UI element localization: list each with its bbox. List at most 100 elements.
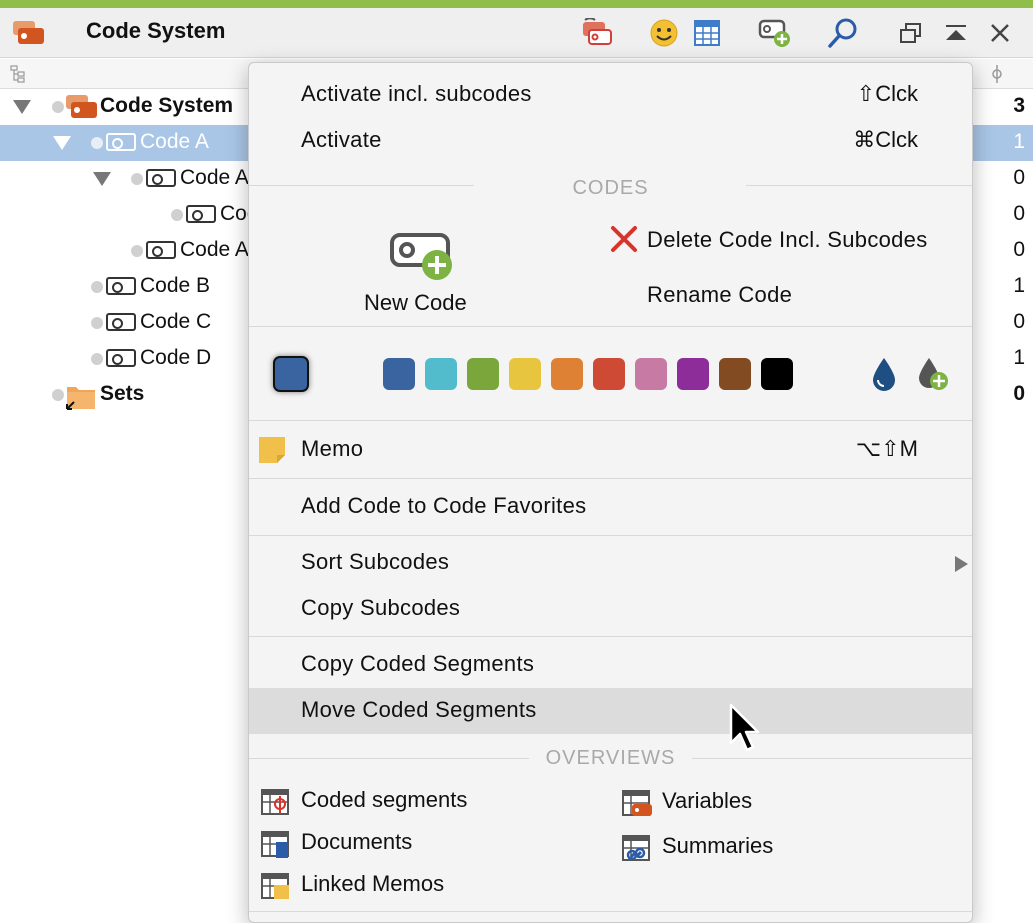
color-swatch-brown[interactable]: [719, 358, 751, 390]
new-code-button[interactable]: New Code: [349, 223, 499, 319]
close-icon[interactable]: [983, 16, 1017, 50]
hierarchy-icon[interactable]: [10, 65, 26, 88]
mouse-pointer-icon: [728, 703, 764, 760]
section-title-codes: CODES: [572, 177, 649, 199]
menu-item-sort-subcodes[interactable]: Sort Subcodes: [249, 540, 972, 586]
tree-label: Code B: [140, 274, 211, 297]
color-drop-icon[interactable]: [870, 356, 898, 397]
menu-item-rename-code[interactable]: Rename Code: [605, 273, 965, 319]
menu-item-label: Move Coded Segments: [301, 697, 537, 722]
tree-count: 1: [1013, 346, 1025, 369]
linked-memos-table-icon: [261, 871, 291, 907]
color-swatch-green[interactable]: [467, 358, 499, 390]
menu-item-label: Sort Subcodes: [301, 549, 450, 574]
code-tag-icon: [106, 349, 136, 367]
frequency-icon[interactable]: [990, 64, 1004, 89]
divider: [249, 911, 972, 912]
search-icon[interactable]: [826, 16, 860, 50]
overview-coded-segments[interactable]: Coded segments: [261, 787, 541, 819]
code-system-icon: [12, 20, 46, 51]
menu-item-copy-subcodes[interactable]: Copy Subcodes: [249, 586, 972, 632]
overview-label: Variables: [662, 788, 753, 813]
code-matrix-icon[interactable]: [690, 16, 724, 50]
color-swatch-red[interactable]: [593, 358, 625, 390]
tree-label: Code C: [140, 310, 212, 333]
context-menu: Activate incl. subcodes ⇧Clck Activate ⌘…: [248, 62, 973, 923]
new-code-icon[interactable]: [758, 16, 792, 50]
menu-item-activate[interactable]: Activate ⌘Clck: [249, 118, 972, 164]
color-swatch-blue[interactable]: [383, 358, 415, 390]
expand-triangle-icon[interactable]: [53, 136, 71, 150]
menu-item-label: Activate: [301, 127, 382, 152]
menu-item-activate-incl-subcodes[interactable]: Activate incl. subcodes ⇧Clck: [249, 72, 972, 118]
tree-count: 0: [1013, 310, 1025, 333]
tree-count: 3: [1013, 94, 1025, 117]
custom-color-add-icon[interactable]: [917, 356, 951, 397]
tree-count: 1: [1013, 274, 1025, 297]
divider: [249, 478, 972, 479]
code-tag-icon: [106, 313, 136, 331]
menu-item-add-to-favorites[interactable]: Add Code to Code Favorites: [249, 484, 972, 530]
tree-label: Code System: [100, 94, 234, 117]
color-swatch-purple[interactable]: [677, 358, 709, 390]
divider: [249, 636, 972, 637]
sets-folder-icon: [64, 383, 98, 417]
status-dot-icon: [52, 389, 64, 401]
new-code-icon: [389, 227, 457, 286]
overview-label: Documents: [301, 829, 413, 854]
status-dot-icon: [131, 245, 143, 257]
menu-item-copy-coded-segments[interactable]: Copy Coded Segments: [249, 642, 972, 688]
menu-item-label: Memo: [301, 436, 364, 461]
tree-count: 1: [1013, 130, 1025, 153]
color-swatch-pink[interactable]: [635, 358, 667, 390]
menu-item-memo[interactable]: Memo ⌥⇧M: [249, 427, 972, 473]
code-tag-icon: [106, 277, 136, 295]
menu-item-shortcut: ⌘Clck: [853, 127, 918, 152]
tree-label: Sets: [100, 382, 145, 405]
divider: [746, 185, 972, 186]
current-color-swatch[interactable]: [273, 356, 309, 392]
submenu-arrow-icon: [955, 556, 968, 572]
divider: [249, 420, 972, 421]
tree-count: 0: [1013, 202, 1025, 225]
overview-documents[interactable]: Documents: [261, 829, 541, 861]
menu-item-label: Delete Code Incl. Subcodes: [647, 227, 928, 252]
undock-icon[interactable]: [894, 16, 928, 50]
window-accent-bar: [0, 0, 1033, 8]
status-dot-icon: [91, 353, 103, 365]
menu-item-shortcut: ⇧Clck: [856, 81, 918, 106]
menu-item-move-coded-segments[interactable]: Move Coded Segments: [249, 688, 972, 734]
status-dot-icon: [91, 137, 103, 149]
status-dot-icon: [52, 101, 64, 113]
collapse-icon[interactable]: [939, 16, 973, 50]
memo-icon: [257, 435, 287, 471]
menu-item-label: Add Code to Code Favorites: [301, 493, 587, 518]
code-tag-icon: [146, 241, 176, 259]
expand-triangle-icon[interactable]: [13, 100, 31, 114]
expand-triangle-icon[interactable]: [93, 172, 111, 186]
tree-label: Code A: [140, 130, 209, 153]
status-dot-icon: [171, 209, 183, 221]
overview-label: Linked Memos: [301, 871, 445, 896]
color-swatch-orange[interactable]: [551, 358, 583, 390]
menu-item-shortcut: ⌥⇧M: [855, 436, 918, 461]
color-swatch-cyan[interactable]: [425, 358, 457, 390]
overview-variables[interactable]: Variables: [622, 788, 922, 820]
overview-label: Summaries: [662, 833, 774, 858]
summaries-table-icon: [622, 833, 654, 869]
color-swatch-black[interactable]: [761, 358, 793, 390]
tree-label: Code D: [140, 346, 212, 369]
documents-table-icon: [261, 829, 291, 865]
activate-codes-icon[interactable]: [580, 16, 614, 50]
color-swatch-yellow[interactable]: [509, 358, 541, 390]
overview-linked-memos[interactable]: Linked Memos: [261, 871, 541, 903]
menu-item-delete-code[interactable]: Delete Code Incl. Subcodes: [605, 218, 965, 264]
overview-summaries[interactable]: Summaries: [622, 833, 922, 865]
emoticode-icon[interactable]: [647, 16, 681, 50]
code-tag-icon: [106, 133, 136, 151]
overview-label: Coded segments: [301, 787, 468, 812]
coded-segments-table-icon: [261, 787, 291, 823]
window-titlebar: Code System: [0, 8, 1033, 58]
delete-x-icon: [609, 224, 639, 260]
tree-count: 0: [1013, 382, 1025, 405]
